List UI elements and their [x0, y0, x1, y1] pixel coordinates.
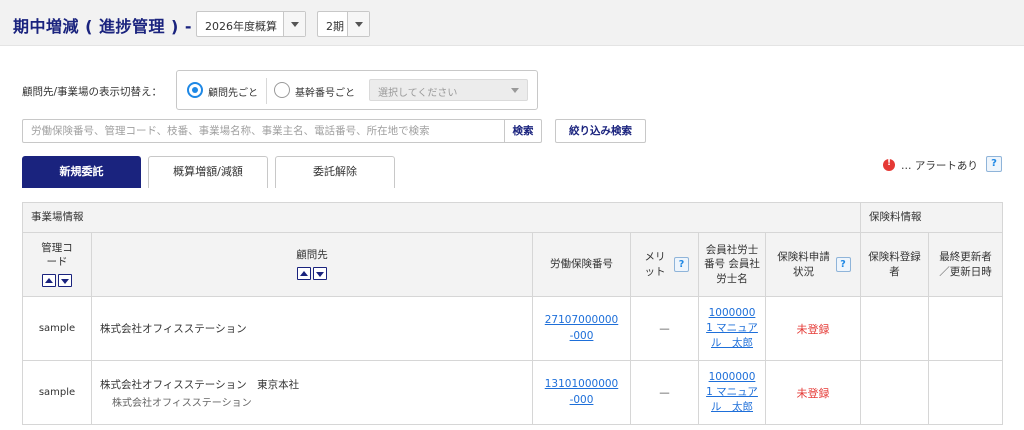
- sort-asc-icon[interactable]: [42, 274, 56, 288]
- alert-legend-text: … アラートあり: [901, 160, 978, 172]
- tab-contract-cancel[interactable]: 委託解除: [275, 156, 395, 188]
- period-select[interactable]: 2期: [317, 11, 370, 37]
- display-toggle-label: 顧問先/事業場の表示切替え：: [22, 86, 163, 98]
- help-icon[interactable]: ?: [986, 156, 1002, 172]
- cell-merit: —: [630, 296, 699, 361]
- member-sharoushi-link[interactable]: 10000001 マニュアル 太郎: [706, 370, 758, 416]
- col-management-code: 管理コード: [22, 232, 92, 297]
- cell-last-updated: [928, 296, 1004, 361]
- labor-insurance-number-link[interactable]: 13101000000-000: [544, 377, 620, 407]
- tab-new-contract[interactable]: 新規委託: [22, 156, 141, 188]
- radio-basic-number-label: 基幹番号ごと: [295, 88, 355, 99]
- fiscal-year-select-value: 2026年度概算: [205, 20, 277, 33]
- search-input[interactable]: [22, 119, 505, 143]
- col-merit: メリット?: [630, 232, 699, 297]
- col-management-code-label: 管理コード: [41, 242, 73, 269]
- status-badge: 未登録: [764, 296, 862, 361]
- radio-basic-number[interactable]: 基幹番号ごと: [274, 81, 362, 101]
- radio-client[interactable]: 顧問先ごと: [187, 81, 263, 101]
- col-last-updated: 最終更新者／更新日時: [928, 232, 1004, 297]
- col-premium-registrant: 保険料登録者: [860, 232, 930, 297]
- cell-client: 株式会社オフィスステーション: [91, 296, 533, 361]
- sort-controls: [296, 267, 328, 281]
- alert-icon: [883, 158, 895, 171]
- cell-management-code: sample: [22, 360, 92, 425]
- sort-desc-icon[interactable]: [58, 274, 72, 288]
- table-row: sample 株式会社オフィスステーション 27107000000-000 — …: [22, 296, 1004, 361]
- cell-merit: —: [630, 360, 699, 425]
- fiscal-year-select[interactable]: 2026年度概算: [196, 11, 306, 37]
- period-select-value: 2期: [326, 20, 344, 33]
- filter-search-button[interactable]: 絞り込み検索: [555, 119, 646, 143]
- sort-desc-icon[interactable]: [313, 267, 327, 280]
- divider: [266, 78, 267, 104]
- col-client-label: 顧問先: [296, 249, 328, 262]
- col-member-sharoushi: 会員社労士番号 会員社労士名: [698, 232, 766, 297]
- search-button[interactable]: 検索: [504, 119, 542, 143]
- col-client: 顧問先: [91, 232, 533, 297]
- group-header-premium-info: 保険料情報: [860, 202, 1004, 233]
- client-parent-name: 株式会社オフィスステーション: [112, 397, 252, 409]
- cell-labor-insurance-number: 27107000000-000: [532, 296, 631, 361]
- basic-number-select: 選択してください: [369, 79, 528, 101]
- radio-unchecked-icon: [274, 82, 290, 98]
- cell-last-updated: [928, 360, 1004, 425]
- basic-number-select-placeholder: 選択してください: [378, 88, 458, 99]
- group-header-site-info: 事業場情報: [21, 202, 862, 233]
- sort-controls: [41, 274, 73, 288]
- status-badge: 未登録: [764, 360, 862, 425]
- cell-client: 株式会社オフィスステーション 東京本社 株式会社オフィスステーション: [91, 360, 533, 425]
- chevron-down-icon: [283, 12, 305, 36]
- tab-estimate-change[interactable]: 概算増額/減額: [148, 156, 268, 188]
- display-toggle-group: 顧問先ごと 基幹番号ごと 選択してください: [176, 70, 538, 110]
- col-premium-application-status: 保険料申請状況?: [764, 232, 862, 297]
- radio-client-label: 顧問先ごと: [208, 88, 258, 99]
- help-icon[interactable]: ?: [674, 257, 689, 272]
- help-icon[interactable]: ?: [835, 257, 851, 272]
- client-name: 株式会社オフィスステーション: [100, 323, 247, 335]
- page-header: 期中増減 ( 進捗管理 ) - 2026年度概算 2期: [0, 0, 1024, 46]
- cell-member-sharoushi: 10000001 マニュアル 太郎: [698, 360, 766, 425]
- contract-table: 事業場情報 保険料情報 管理コード 顧問先 労働保険番号 メリット? 会員社労士…: [21, 202, 1004, 425]
- labor-insurance-number-link[interactable]: 27107000000-000: [544, 313, 620, 343]
- client-name: 株式会社オフィスステーション 東京本社: [100, 378, 300, 391]
- col-merit-label: メリット: [644, 251, 666, 278]
- col-member-sharoushi-label: 会員社労士番号 会員社労士名: [704, 244, 760, 285]
- cell-premium-registrant: [860, 360, 930, 425]
- col-labor-insurance-number: 労働保険番号: [532, 232, 631, 297]
- table-row: sample 株式会社オフィスステーション 東京本社 株式会社オフィスステーショ…: [22, 360, 1004, 425]
- col-premium-registrant-label: 保険料登録者: [868, 251, 921, 278]
- col-last-updated-label: 最終更新者／更新日時: [939, 251, 992, 278]
- cell-labor-insurance-number: 13101000000-000: [532, 360, 631, 425]
- cell-member-sharoushi: 10000001 マニュアル 太郎: [698, 296, 766, 361]
- page-title: 期中増減 ( 進捗管理 ) -: [13, 17, 193, 36]
- cell-management-code: sample: [22, 296, 92, 361]
- col-premium-application-status-label: 保険料申請状況: [777, 251, 830, 278]
- radio-checked-icon: [187, 82, 203, 98]
- cell-premium-registrant: [860, 296, 930, 361]
- member-sharoushi-link[interactable]: 10000001 マニュアル 太郎: [706, 306, 758, 352]
- sort-asc-icon[interactable]: [297, 267, 311, 280]
- chevron-down-icon: [511, 88, 519, 93]
- chevron-down-icon: [347, 12, 369, 36]
